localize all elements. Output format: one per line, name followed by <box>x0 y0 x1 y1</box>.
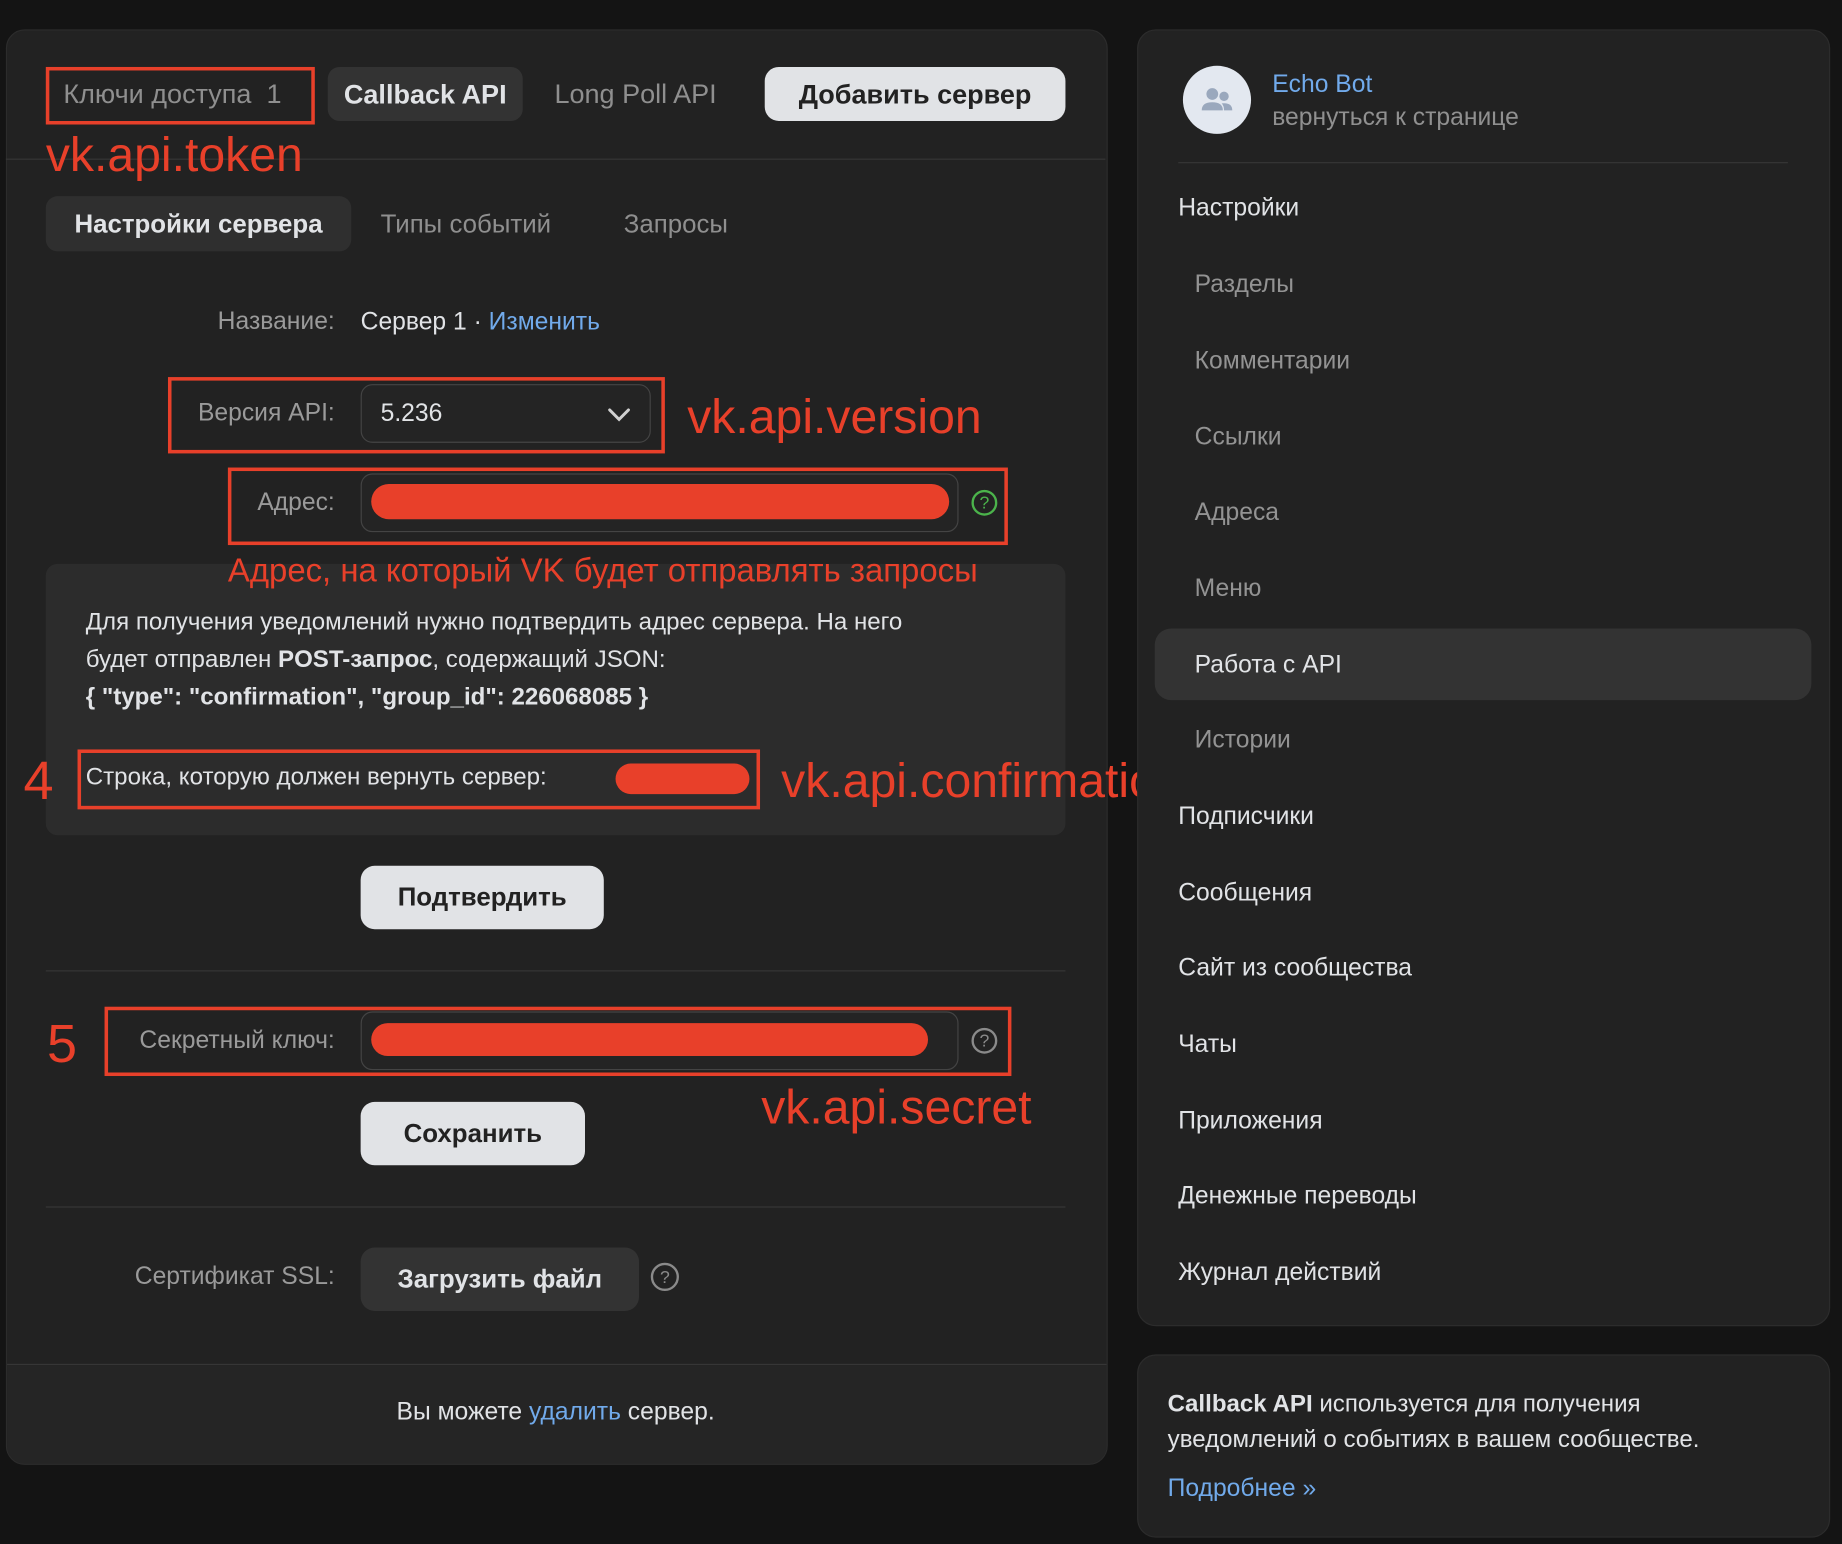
annotation-box-token <box>45 66 315 125</box>
tab-long-poll-api[interactable]: Long Poll API <box>554 80 716 107</box>
info-line-2-prefix: будет отправлен <box>85 645 279 673</box>
sidebar-subitem[interactable]: Работа с API <box>1195 653 1342 678</box>
sidebar-item[interactable]: Подписчики <box>1178 804 1314 829</box>
info-line-2-suffix: , содержащий JSON: <box>432 645 666 673</box>
subtab-requests[interactable]: Запросы <box>624 211 728 237</box>
sidebar-item[interactable]: Сообщения <box>1178 880 1312 905</box>
delete-server-link[interactable]: удалить <box>529 1398 621 1425</box>
server-name: Сервер 1 · <box>360 308 489 336</box>
sidebar-subitem[interactable]: Истории <box>1195 728 1291 753</box>
footer-prefix: Вы можете <box>396 1398 530 1426</box>
redacted-secret-key <box>371 1023 929 1057</box>
sidebar-subitem[interactable]: Меню <box>1195 576 1262 601</box>
info-json: { "type": "confirmation", "group_id": 22… <box>85 683 649 711</box>
help-icon[interactable]: ? <box>971 489 998 516</box>
info-card-bold: Callback API <box>1167 1390 1313 1418</box>
annotation-token: vk.api.token <box>45 127 303 182</box>
tab-callback-api[interactable]: Callback API <box>327 66 523 121</box>
info-card-line-1: Callback API используется для получения <box>1167 1390 1641 1418</box>
sidebar-subitem[interactable]: Адреса <box>1195 500 1279 525</box>
redacted-confirmation-string <box>615 763 750 795</box>
api-version-value: 5.236 <box>380 399 443 428</box>
group-name-link[interactable]: Echo Bot <box>1272 72 1372 97</box>
users-icon <box>1201 88 1233 111</box>
info-card-line-2: уведомлений о событиях в вашем сообществ… <box>1167 1425 1700 1453</box>
subtab-server-settings[interactable]: Настройки сервера <box>45 196 352 252</box>
subtab-event-types[interactable]: Типы событий <box>381 211 552 237</box>
group-avatar[interactable] <box>1182 65 1252 134</box>
name-value: Сервер 1 · Изменить <box>361 310 600 335</box>
sidebar-item-settings[interactable]: Настройки <box>1178 196 1299 221</box>
info-line-1: Для получения уведомлений нужно подтверд… <box>85 608 903 636</box>
add-server-button[interactable]: Добавить сервер <box>764 66 1066 121</box>
api-version-label: Версия API: <box>197 399 335 427</box>
sidebar-divider <box>1178 162 1788 164</box>
sidebar-item[interactable]: Приложения <box>1178 1108 1322 1133</box>
annotation-version: vk.api.version <box>687 389 982 444</box>
confirm-button[interactable]: Подтвердить <box>360 865 604 930</box>
secret-key-label: Секретный ключ: <box>139 1026 335 1054</box>
info-card-text-1: используется для получения <box>1312 1390 1641 1418</box>
ssl-label: Сертификат SSL: <box>134 1262 335 1290</box>
confirm-string-label: Строка, которую должен вернуть сервер: <box>85 763 547 791</box>
help-icon[interactable]: ? <box>650 1262 679 1291</box>
name-label: Название: <box>217 307 335 335</box>
sidebar-subitem[interactable]: Ссылки <box>1195 425 1282 450</box>
annotation-confirmation: vk.api.confirmation <box>781 753 1183 808</box>
more-info-link[interactable]: Подробнее » <box>1168 1476 1317 1501</box>
sidebar-item[interactable]: Денежные переводы <box>1178 1184 1417 1209</box>
sidebar-item[interactable]: Журнал действий <box>1178 1260 1381 1285</box>
chevron-down-icon <box>608 408 630 422</box>
annotation-step-5: 5 <box>46 1012 78 1074</box>
delete-server-note: Вы можете удалить сервер. <box>397 1400 715 1425</box>
footer-suffix: сервер. <box>620 1398 715 1426</box>
save-button[interactable]: Сохранить <box>360 1101 586 1166</box>
annotation-address-caption: Адрес, на который VK будет отправлять за… <box>227 552 978 589</box>
address-label: Адрес: <box>257 488 335 516</box>
help-icon[interactable]: ? <box>971 1027 998 1054</box>
section-divider <box>45 1206 1066 1208</box>
annotation-step-4: 4 <box>23 749 54 811</box>
change-name-link[interactable]: Изменить <box>489 308 600 335</box>
sidebar-item[interactable]: Чаты <box>1178 1032 1237 1057</box>
sidebar-subitem[interactable]: Комментарии <box>1195 348 1350 373</box>
redacted-address <box>371 483 950 520</box>
section-divider <box>45 970 1066 972</box>
upload-file-button[interactable]: Загрузить файл <box>360 1247 640 1311</box>
sidebar-subitem[interactable]: Разделы <box>1195 272 1294 297</box>
annotation-secret: vk.api.secret <box>761 1080 1032 1135</box>
info-line-2: будет отправлен POST-запрос, содержащий … <box>85 645 666 673</box>
info-line-2-bold: POST-запрос <box>278 645 433 673</box>
back-to-page-link[interactable]: вернуться к странице <box>1272 105 1519 130</box>
sidebar-item[interactable]: Сайт из сообщества <box>1178 956 1412 981</box>
api-version-select[interactable]: 5.236 <box>360 384 651 443</box>
